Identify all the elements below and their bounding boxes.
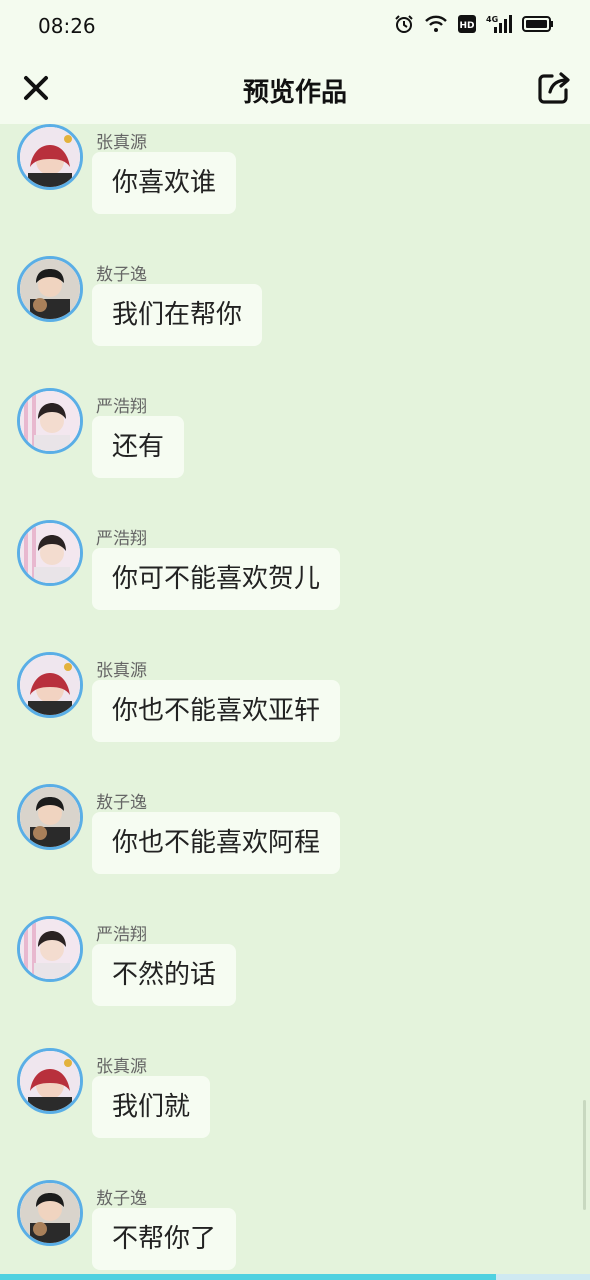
page-title: 预览作品 xyxy=(242,78,347,108)
battery-icon xyxy=(522,14,554,34)
sender-name: 敖子逸 xyxy=(96,1189,147,1209)
avatar[interactable] xyxy=(17,520,83,586)
wifi-icon xyxy=(424,14,448,34)
message-bubble: 你喜欢谁 xyxy=(92,152,237,214)
message-item: 敖子逸 不帮你了 xyxy=(0,1180,590,1274)
message-item: 张真源 我们就 xyxy=(0,1048,590,1180)
svg-text:4G: 4G xyxy=(486,15,498,24)
signal-4g-icon: 4G xyxy=(486,14,512,34)
hd-icon: HD xyxy=(458,14,476,34)
message-bubble: 我们在帮你 xyxy=(92,284,263,346)
sender-name: 严浩翔 xyxy=(96,397,147,417)
avatar[interactable] xyxy=(17,124,83,190)
avatar[interactable] xyxy=(17,652,83,718)
sender-name: 张真源 xyxy=(96,133,147,153)
share-icon xyxy=(538,72,570,104)
alarm-icon xyxy=(394,14,414,34)
avatar[interactable] xyxy=(17,1180,83,1246)
status-time: 08:26 xyxy=(38,14,96,38)
avatar[interactable] xyxy=(17,916,83,982)
title-bar: 预览作品 xyxy=(0,52,590,124)
message-bubble: 不然的话 xyxy=(92,944,237,1006)
message-bubble: 你可不能喜欢贺儿 xyxy=(92,548,341,610)
scrollbar[interactable] xyxy=(583,1100,586,1210)
message-item: 张真源 你也不能喜欢亚轩 xyxy=(0,652,590,784)
avatar[interactable] xyxy=(17,1048,83,1114)
message-item: 张真源 你喜欢谁 xyxy=(0,124,590,256)
message-bubble: 你也不能喜欢阿程 xyxy=(92,812,341,874)
avatar[interactable] xyxy=(17,784,83,850)
message-bubble: 不帮你了 xyxy=(92,1208,237,1270)
sender-name: 敖子逸 xyxy=(96,265,147,285)
avatar[interactable] xyxy=(17,256,83,322)
message-item: 严浩翔 你可不能喜欢贺儿 xyxy=(0,520,590,652)
chat-preview[interactable]: 张真源 你喜欢谁 敖子逸 我们在帮你 严浩翔 还有 严浩翔 你可不能喜欢贺儿 张… xyxy=(0,124,590,1274)
share-button[interactable] xyxy=(536,70,572,106)
sender-name: 敖子逸 xyxy=(96,793,147,813)
message-item: 敖子逸 我们在帮你 xyxy=(0,256,590,388)
message-bubble: 你也不能喜欢亚轩 xyxy=(92,680,341,742)
progress-fill xyxy=(0,1274,496,1280)
message-bubble: 还有 xyxy=(92,416,185,478)
status-icons: HD 4G xyxy=(394,14,554,34)
status-bar: 08:26 HD 4G xyxy=(0,0,590,52)
message-bubble: 我们就 xyxy=(92,1076,211,1138)
avatar[interactable] xyxy=(17,388,83,454)
message-item: 敖子逸 你也不能喜欢阿程 xyxy=(0,784,590,916)
sender-name: 张真源 xyxy=(96,661,147,681)
sender-name: 严浩翔 xyxy=(96,529,147,549)
sender-name: 严浩翔 xyxy=(96,925,147,945)
message-item: 严浩翔 还有 xyxy=(0,388,590,520)
sender-name: 张真源 xyxy=(96,1057,147,1077)
message-item: 严浩翔 不然的话 xyxy=(0,916,590,1048)
svg-text:HD: HD xyxy=(459,21,474,31)
progress-bar xyxy=(0,1274,590,1280)
